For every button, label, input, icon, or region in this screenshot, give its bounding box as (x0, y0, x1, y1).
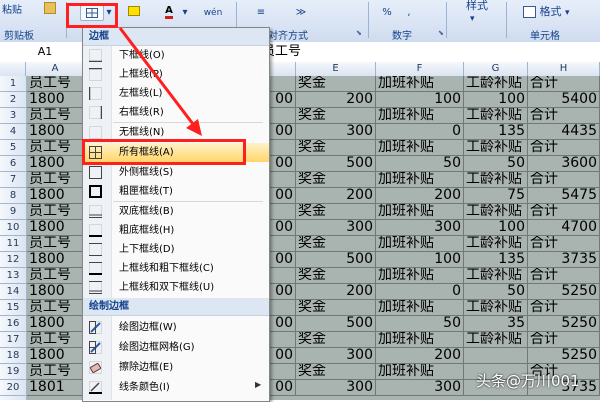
annotation-arrow (118, 27, 202, 136)
watermark: 头条@万川001 (476, 372, 580, 390)
